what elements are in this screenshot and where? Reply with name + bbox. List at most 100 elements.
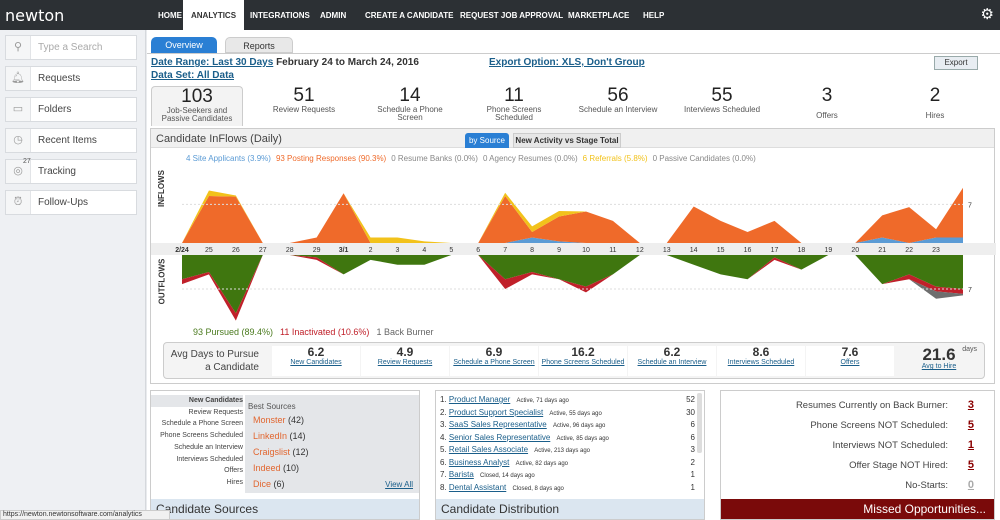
tab-divider — [147, 53, 1000, 54]
missed-label: Offer Stage NOT Hired: — [849, 460, 948, 471]
missed-value[interactable]: 3 — [960, 399, 974, 411]
missed-label: Phone Screens NOT Scheduled: — [810, 420, 948, 431]
source-count: (10) — [283, 463, 300, 473]
job-title-link[interactable]: Product Support Specialist — [449, 408, 543, 417]
avg-stage-link[interactable]: Interviews Scheduled — [717, 359, 805, 366]
date-range-link[interactable]: Date Range: Last 30 Days — [151, 57, 273, 68]
search-input[interactable]: Type a Search — [38, 42, 102, 53]
avg-stage-value: 8.6 — [752, 345, 770, 359]
metric-phone-screens-scheduled[interactable]: 11 Phone Screens Scheduled — [469, 86, 559, 126]
metric-offers[interactable]: 3 Offers — [782, 86, 872, 126]
scrollbar[interactable] — [697, 393, 702, 453]
nav-request-job-approval[interactable]: REQUEST JOB APPROVAL — [452, 0, 571, 30]
folder-icon: ▭ — [6, 98, 31, 121]
stage-item[interactable]: New Candidates — [151, 395, 243, 407]
export-option-link[interactable]: Export Option: XLS, Don't Group — [489, 57, 645, 68]
job-status: Active, 55 days ago — [549, 410, 602, 417]
avg-stage-link[interactable]: Schedule an Interview — [628, 359, 716, 366]
sidebar-item-label: Requests — [38, 73, 81, 84]
job-title-link[interactable]: Business Analyst — [449, 458, 509, 467]
nav-create-candidate[interactable]: CREATE A CANDIDATE — [357, 0, 461, 30]
sidebar-item-folders[interactable]: ▭ Folders — [5, 97, 137, 122]
source-name[interactable]: Craigslist — [253, 447, 290, 457]
legend-item[interactable]: 93 Pursued (89.4%) — [193, 327, 273, 337]
stage-item[interactable]: Schedule a Phone Screen — [151, 418, 243, 430]
stage-item[interactable]: Hires — [151, 477, 243, 489]
avg-stage: 16.2 Phone Screens Scheduled — [539, 346, 627, 376]
sidebar-item-recent-items[interactable]: ◷ Recent Items — [5, 128, 137, 153]
search-box[interactable]: ⚲ Type a Search — [5, 35, 137, 60]
nav-analytics[interactable]: ANALYTICS — [183, 0, 245, 30]
nav-admin[interactable]: ADMIN — [312, 0, 354, 30]
days-unit: days — [962, 346, 977, 353]
avg-stage-link[interactable]: Avg to Hire — [895, 363, 983, 370]
job-title-link[interactable]: Barista — [449, 470, 474, 479]
nav-help[interactable]: HELP — [635, 0, 672, 30]
job-title-link[interactable]: Product Manager — [449, 395, 510, 404]
missed-label: Resumes Currently on Back Burner: — [795, 400, 948, 411]
stage-item[interactable]: Interviews Scheduled — [151, 454, 243, 466]
candidate-sources-footer: Candidate Sources — [151, 499, 419, 519]
tab-overview[interactable]: Overview — [151, 37, 217, 53]
metric-value: 3 — [821, 85, 833, 106]
stage-item[interactable]: Schedule an Interview — [151, 442, 243, 454]
sidebar-item-requests[interactable]: 🔔︎ Requests — [5, 66, 137, 91]
source-name[interactable]: LinkedIn — [253, 431, 287, 441]
x-tick-label: 22 — [905, 247, 913, 254]
missed-row: Interviews NOT Scheduled: 1 — [734, 439, 974, 451]
x-tick-label: 15 — [717, 247, 725, 254]
nav-marketplace[interactable]: MARKETPLACE — [560, 0, 637, 30]
missed-value[interactable]: 0 — [960, 479, 974, 491]
search-icon: ⚲ — [6, 36, 31, 59]
avg-stage-link[interactable]: Offers — [806, 359, 894, 366]
missed-value[interactable]: 1 — [960, 439, 974, 451]
legend-item[interactable]: 1 Back Burner — [376, 327, 433, 337]
legend-item[interactable]: 11 Inactivated (10.6%) — [280, 327, 369, 337]
nav-integrations[interactable]: INTEGRATIONS — [242, 0, 318, 30]
avg-stage-value: 16.2 — [571, 345, 595, 359]
inflow-reference-label: 7 — [968, 202, 972, 209]
metric-schedule-phone-screen[interactable]: 14 Schedule a Phone Screen — [365, 86, 455, 126]
job-rank: 1. — [440, 395, 447, 404]
metric-label: Schedule an Interview — [578, 105, 658, 114]
missed-value[interactable]: 5 — [960, 459, 974, 471]
tab-reports[interactable]: Reports — [225, 37, 293, 53]
job-title-link[interactable]: SaaS Sales Representative — [449, 420, 547, 429]
source-count: (14) — [289, 431, 306, 441]
avg-stage-link[interactable]: Phone Screens Scheduled — [539, 359, 627, 366]
source-name[interactable]: Indeed — [253, 463, 281, 473]
newton-logo[interactable]: newton — [5, 6, 64, 25]
avg-stage: 7.6 Offers — [806, 346, 894, 376]
source-name[interactable]: Dice — [253, 479, 271, 489]
x-tick-label: 18 — [798, 247, 806, 254]
avg-stage-link[interactable]: Review Requests — [361, 359, 449, 366]
metric-interviews-scheduled[interactable]: 55 Interviews Scheduled — [677, 86, 767, 126]
clock-icon: ◷ — [6, 129, 31, 152]
metric-hires[interactable]: 2 Hires — [890, 86, 980, 126]
avg-stage: 6.9 Schedule a Phone Screen — [450, 346, 538, 376]
view-all-link[interactable]: View All — [385, 480, 413, 489]
metric-job-seekers[interactable]: 103 Job-Seekers and Passive Candidates — [151, 86, 243, 126]
metric-schedule-interview[interactable]: 56 Schedule an Interview — [573, 86, 663, 126]
sidebar-item-tracking[interactable]: ◎ 27 Tracking — [5, 158, 137, 184]
data-set-link[interactable]: Data Set: All Data — [151, 70, 234, 81]
stage-item[interactable]: Phone Screens Scheduled — [151, 430, 243, 442]
sidebar-item-follow-ups[interactable]: ⏰︎ Follow-Ups — [5, 190, 137, 215]
export-button[interactable]: Export — [934, 56, 978, 70]
job-title-link[interactable]: Senior Sales Representative — [449, 433, 550, 442]
stage-item[interactable]: Offers — [151, 465, 243, 477]
avg-stage-link[interactable]: New Candidates — [272, 359, 360, 366]
job-title-link[interactable]: Dental Assistant — [449, 483, 506, 492]
metric-value: 55 — [711, 85, 733, 106]
x-tick-label: 10 — [582, 247, 590, 254]
stage-item[interactable]: Review Requests — [151, 407, 243, 419]
x-tick-label: 21 — [878, 247, 886, 254]
settings-gear-icon[interactable]: ⚙ — [981, 5, 994, 23]
source-name[interactable]: Monster — [253, 415, 286, 425]
x-tick-label: 26 — [232, 247, 240, 254]
job-title-link[interactable]: Retail Sales Associate — [449, 445, 528, 454]
x-tick-label: 20 — [851, 247, 859, 254]
metric-review-requests[interactable]: 51 Review Requests — [259, 86, 349, 126]
missed-value[interactable]: 5 — [960, 419, 974, 431]
avg-stage-link[interactable]: Schedule a Phone Screen — [450, 359, 538, 366]
